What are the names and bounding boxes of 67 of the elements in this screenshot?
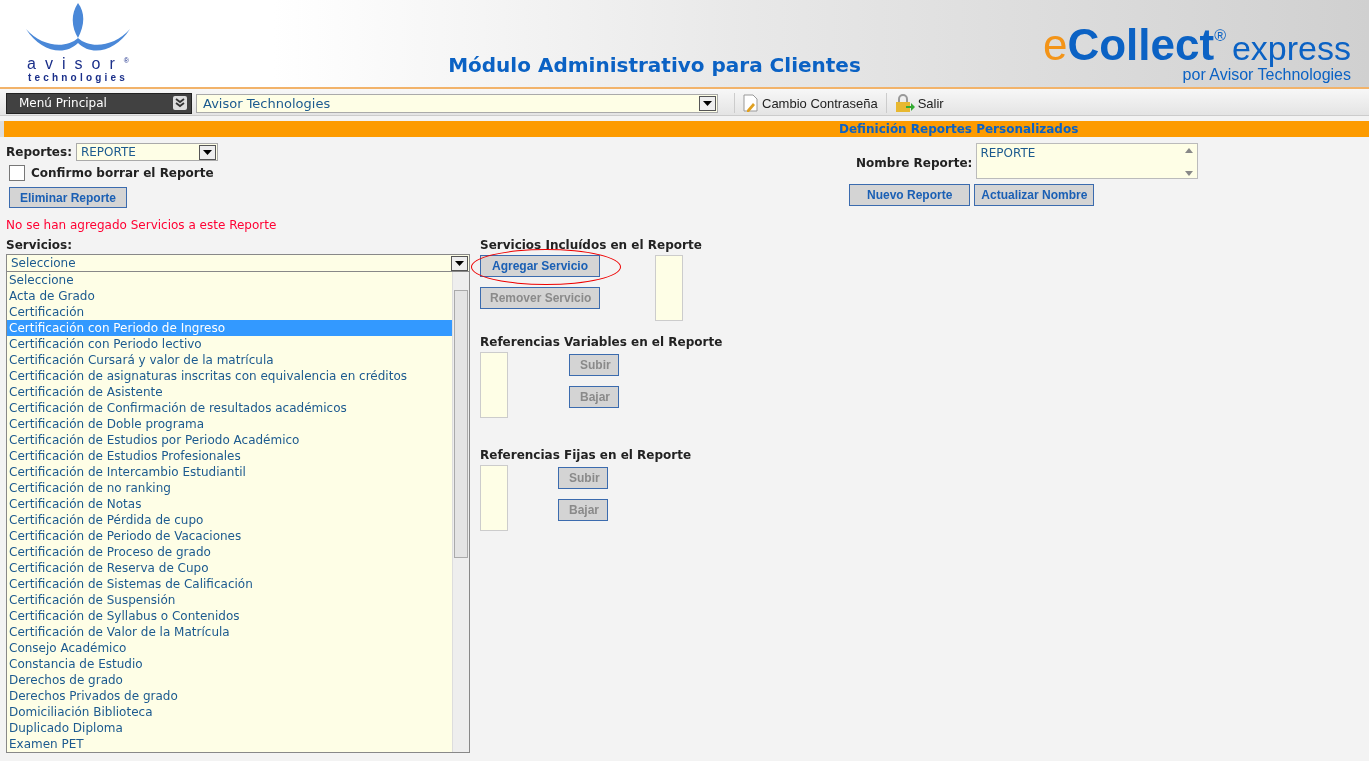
reportes-label: Reportes:	[6, 145, 72, 159]
service-option[interactable]: Duplicado Diploma	[7, 720, 452, 736]
service-option[interactable]: Certificación de Estudios por Periodo Académico	[7, 432, 452, 448]
dropdown-arrow-icon	[703, 100, 712, 106]
services-label: Servicios:	[6, 238, 74, 252]
service-option[interactable]: Derechos Privados de grado	[7, 688, 452, 704]
document-key-icon	[743, 94, 759, 112]
service-option[interactable]: Certificación de Notas	[7, 496, 452, 512]
service-option[interactable]: Certificación de Asistente	[7, 384, 452, 400]
logout-link[interactable]: Salir	[894, 94, 944, 112]
add-service-button[interactable]: Agregar Servicio	[480, 255, 600, 277]
service-option[interactable]: Certificación Cursará y valor de la matrícula	[7, 352, 452, 368]
report-name-label: Nombre Reporte:	[856, 156, 973, 170]
section-heading: Servicios Incluídos en el Reporte	[480, 238, 703, 252]
service-option[interactable]: Constancia de Estudio	[7, 656, 452, 672]
service-option[interactable]: Certificación de Suspensión	[7, 592, 452, 608]
logo-tagline: por Avisor Technologies	[1182, 67, 1351, 83]
services-select[interactable]: Seleccione	[6, 254, 470, 272]
logo-tagline: technologies	[27, 72, 129, 83]
scroll-down-icon[interactable]	[1185, 171, 1194, 176]
service-option[interactable]: Consejo Académico	[7, 640, 452, 656]
section-heading: Referencias Fijas en el Reporte	[480, 448, 693, 462]
service-option[interactable]: Certificación de Estudios Profesionales	[7, 448, 452, 464]
service-option[interactable]: Certificación con Periodo lectivo	[7, 336, 452, 352]
included-list[interactable]	[655, 255, 683, 321]
service-option[interactable]: Certificación de Periodo de Vacaciones	[7, 528, 452, 544]
update-name-button[interactable]: Actualizar Nombre	[974, 184, 1095, 206]
dropdown-arrow-icon	[455, 260, 464, 266]
service-option[interactable]: Seleccione	[7, 272, 452, 288]
page-title: Módulo Administrativo para Clientes	[447, 53, 862, 79]
service-option[interactable]: Acta de Grado	[7, 288, 452, 304]
service-option[interactable]: Certificación de Confirmación de resultados académicos	[7, 400, 452, 416]
confirm-checkbox[interactable]	[9, 165, 25, 181]
status-message: No se han agregado Servicios a este Reporte	[6, 218, 278, 232]
product-logo: eCollect® express	[1042, 22, 1351, 69]
main-menu-button[interactable]: Menú Principal	[6, 92, 192, 114]
lock-icon	[894, 94, 915, 112]
report-name-field[interactable]: REPORTE	[976, 143, 1199, 179]
section-heading: Referencias Variables en el Reporte	[480, 335, 723, 349]
delete-report-button[interactable]: Eliminar Reporte	[9, 187, 128, 208]
service-option[interactable]: Certificación de Sistemas de Calificación	[7, 576, 452, 592]
service-option[interactable]: Certificación de Doble programa	[7, 416, 452, 432]
service-option[interactable]: Examen PET	[7, 736, 452, 752]
references-list[interactable]	[480, 352, 508, 418]
service-option[interactable]: Certificación de Valor de la Matrícula	[7, 624, 452, 640]
logo-name: avisor$^{®}$	[27, 54, 129, 72]
service-option[interactable]: Certificación de no ranking	[7, 480, 452, 496]
service-option[interactable]: Certificación de Reserva de Cupo	[7, 560, 452, 576]
section-title: Definición Reportes Personalizados	[0, 121, 1369, 137]
reportes-select[interactable]: REPORTE	[75, 143, 218, 161]
scroll-up-icon[interactable]	[1185, 148, 1194, 153]
service-option[interactable]: Certificación	[7, 304, 452, 320]
references-list[interactable]	[480, 465, 508, 531]
service-option[interactable]: Certificación de Proceso de grado	[7, 544, 452, 560]
confirm-label: Confirmo borrar el Reporte	[31, 166, 214, 180]
change-password-link[interactable]: Cambio Contraseña	[743, 94, 878, 112]
service-option[interactable]: Certificación de Pérdida de cupo	[7, 512, 452, 528]
new-report-button[interactable]: Nuevo Reporte	[849, 184, 971, 206]
service-option[interactable]: Certificación de Intercambio Estudiantil	[7, 464, 452, 480]
service-option[interactable]: Derechos de grado	[7, 672, 452, 688]
double-chevron-icon	[173, 96, 187, 110]
dropdown-arrow-icon	[202, 149, 212, 155]
service-option[interactable]: Certificación de asignaturas inscritas con equivalencia en créditos	[7, 368, 452, 384]
service-option[interactable]: Certificación de Syllabus o Contenidos	[7, 608, 452, 624]
service-option[interactable]: Domiciliación Biblioteca	[7, 704, 452, 720]
company-select[interactable]: Avisor Technologies	[196, 93, 718, 113]
scrollbar[interactable]	[452, 272, 469, 752]
